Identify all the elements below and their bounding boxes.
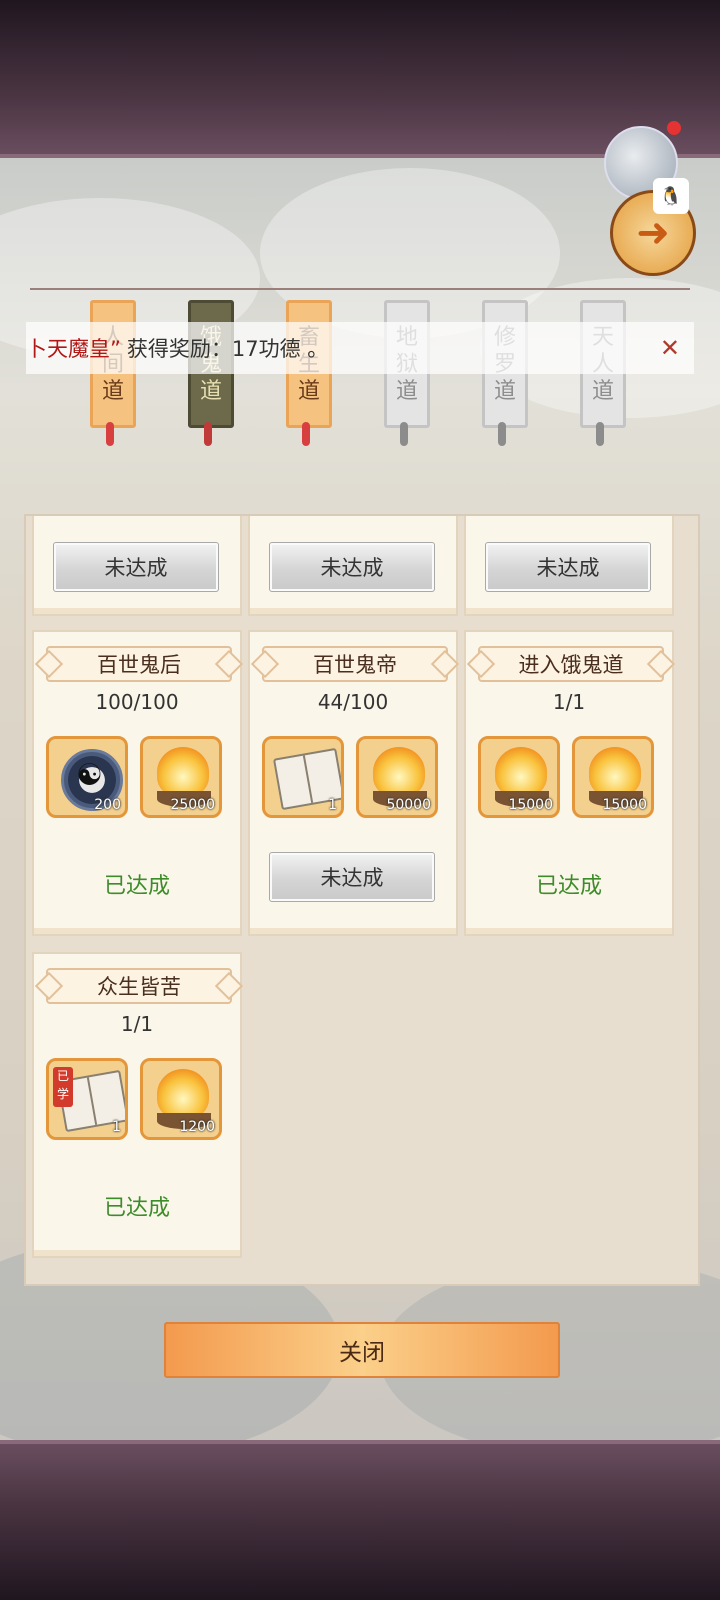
- reward-item[interactable]: 15000: [478, 736, 560, 818]
- achievement-panel[interactable]: 未达成 未达成 未达成 百世鬼后 100/100 200 25000 已达成 百…: [24, 514, 700, 1286]
- tassel-icon: [400, 422, 408, 446]
- top-frame: [0, 0, 720, 158]
- achievement-progress: 44/100: [317, 690, 389, 714]
- tassel-icon: [106, 422, 114, 446]
- tassel-icon: [596, 422, 604, 446]
- achievement-title: 百世鬼帝: [262, 646, 448, 682]
- flame-bowl-icon: [495, 747, 547, 797]
- reward-count: 15000: [508, 797, 553, 813]
- reward-item[interactable]: 15000: [572, 736, 654, 818]
- achievement-card: 未达成: [464, 516, 674, 616]
- status-button[interactable]: 未达成: [53, 542, 219, 592]
- notice-player-name: 卜天魔皇”: [26, 337, 121, 361]
- qq-icon[interactable]: 🐧: [653, 178, 689, 214]
- status-done: 已达成: [103, 874, 170, 899]
- status-button[interactable]: 未达成: [485, 542, 651, 592]
- learned-badge: 已学: [53, 1067, 73, 1107]
- bottom-frame: [0, 1440, 720, 1600]
- status-done: 已达成: [535, 874, 602, 899]
- tassel-icon: [302, 422, 310, 446]
- notice-message: 获得奖励：17功德 。: [126, 337, 329, 361]
- reward-notice: 卜天魔皇” 获得奖励：17功德 。 ✕: [26, 322, 694, 374]
- notification-dot: [667, 121, 681, 135]
- flame-bowl-icon: [373, 747, 425, 797]
- status-button[interactable]: 未达成: [269, 852, 435, 902]
- achievement-title: 众生皆苦: [46, 968, 232, 1004]
- achievement-title: 进入饿鬼道: [478, 646, 664, 682]
- tassel-icon: [204, 422, 212, 446]
- reward-count: 50000: [386, 797, 431, 813]
- achievement-title: 百世鬼后: [46, 646, 232, 682]
- notice-close-icon[interactable]: ✕: [660, 334, 680, 362]
- reward-count: 200: [94, 797, 121, 813]
- achievement-card: 未达成: [32, 516, 242, 616]
- achievement-card: 百世鬼后 100/100 200 25000 已达成: [32, 630, 242, 936]
- status-button[interactable]: 未达成: [269, 542, 435, 592]
- close-button[interactable]: 关闭: [164, 1322, 560, 1378]
- achievement-progress: 1/1: [552, 690, 586, 714]
- achievement-card: 未达成: [248, 516, 458, 616]
- reward-count: 1200: [179, 1119, 215, 1135]
- reward-item[interactable]: 25000: [140, 736, 222, 818]
- flame-bowl-icon: [157, 1069, 209, 1119]
- achievement-progress: 100/100: [95, 690, 179, 714]
- reward-count: 1: [328, 797, 337, 813]
- flame-bowl-icon: [589, 747, 641, 797]
- reward-item[interactable]: 200: [46, 736, 128, 818]
- reward-item[interactable]: 50000: [356, 736, 438, 818]
- tassel-icon: [498, 422, 506, 446]
- tag-rope: [30, 288, 690, 290]
- achievement-card: 百世鬼帝 44/100 1 50000 未达成: [248, 630, 458, 936]
- achievement-progress: 1/1: [120, 1012, 154, 1036]
- reward-count: 1: [112, 1119, 121, 1135]
- achievement-card: 进入饿鬼道 1/1 15000 15000 已达成: [464, 630, 674, 936]
- reward-item[interactable]: 1200: [140, 1058, 222, 1140]
- reward-item[interactable]: 已学 1: [46, 1058, 128, 1140]
- flame-bowl-icon: [157, 747, 209, 797]
- status-done: 已达成: [103, 1196, 170, 1221]
- reward-item[interactable]: 1: [262, 736, 344, 818]
- achievement-card: 众生皆苦 1/1 已学 1 1200 已达成: [32, 952, 242, 1258]
- back-arrow-icon: ➜: [636, 210, 670, 256]
- reward-count: 15000: [602, 797, 647, 813]
- reward-count: 25000: [170, 797, 215, 813]
